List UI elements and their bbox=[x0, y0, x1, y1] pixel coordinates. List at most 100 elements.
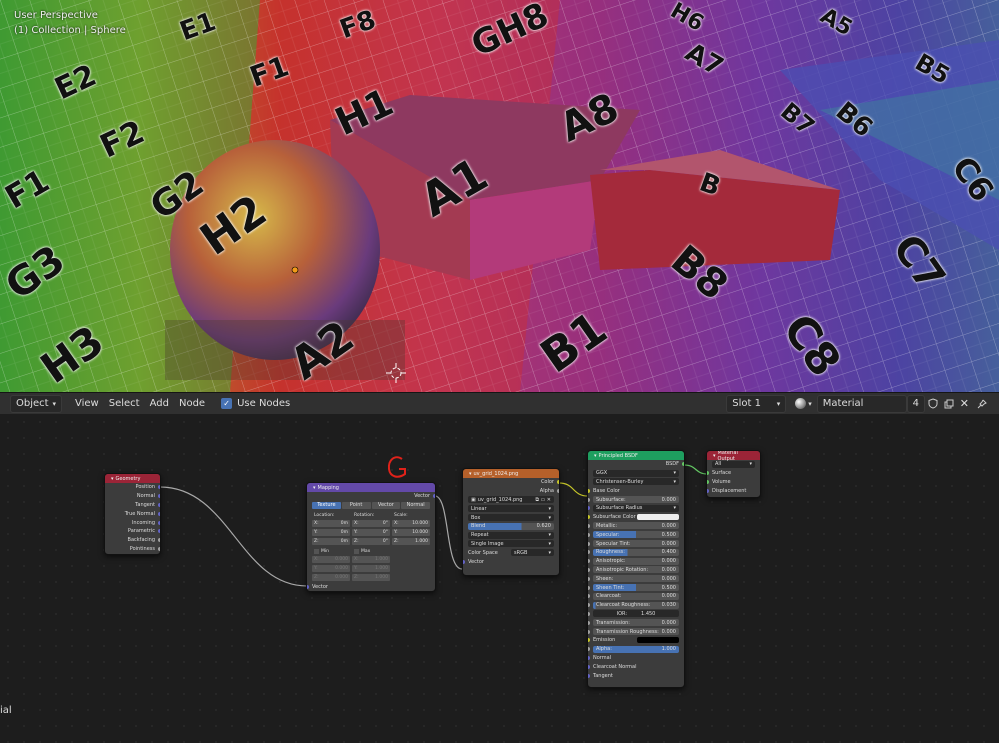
image-texture-node[interactable]: ▾ uv_grid_1024.png Color Alpha ▣ uv_grid… bbox=[462, 468, 560, 576]
input-socket[interactable] bbox=[588, 655, 590, 660]
param-slider[interactable]: Clearcoat Roughness: 0.030 bbox=[593, 601, 679, 609]
alpha-slider[interactable]: Alpha: 1.000 bbox=[593, 645, 679, 653]
color-space-dropdown[interactable]: sRGB ▾ bbox=[511, 549, 554, 557]
param-slider[interactable]: Transmission: 0.000 bbox=[593, 619, 679, 627]
param-slider[interactable]: Specular: 0.500 bbox=[593, 531, 679, 539]
input-socket[interactable] bbox=[588, 488, 590, 493]
material-name-field[interactable]: Material bbox=[816, 394, 907, 413]
input-socket[interactable] bbox=[588, 559, 590, 564]
output-socket[interactable] bbox=[158, 511, 160, 516]
input-socket[interactable] bbox=[588, 515, 590, 520]
node-editor-canvas[interactable]: ▾ Geometry Position Normal Tangent True Nor… bbox=[0, 414, 999, 743]
image-selector[interactable]: ▣ uv_grid_1024.png ⧉ ▭ ✕ bbox=[468, 496, 554, 504]
input-socket[interactable] bbox=[588, 576, 590, 581]
output-socket[interactable] bbox=[433, 494, 435, 499]
object-mode-dropdown[interactable]: Object ▾ bbox=[10, 394, 62, 413]
input-socket[interactable] bbox=[588, 594, 590, 599]
menu-view[interactable]: View bbox=[70, 395, 104, 413]
interpolation-dropdown[interactable]: Linear ▾ bbox=[468, 505, 554, 513]
collapse-arrow-icon[interactable]: ▾ bbox=[594, 453, 597, 459]
duplicate-material-icon[interactable] bbox=[941, 395, 957, 413]
input-socket[interactable] bbox=[588, 629, 590, 634]
collapse-arrow-icon[interactable]: ▾ bbox=[469, 471, 472, 477]
pin-icon[interactable] bbox=[972, 395, 999, 413]
input-socket[interactable] bbox=[588, 611, 590, 616]
menu-select[interactable]: Select bbox=[104, 395, 145, 413]
param-slider[interactable]: Anisotropic: 0.000 bbox=[593, 557, 679, 565]
param-slider[interactable]: Specular Tint: 0.000 bbox=[593, 540, 679, 548]
type-vector-option[interactable]: Vector bbox=[371, 501, 401, 509]
input-socket[interactable] bbox=[588, 532, 590, 537]
collapse-arrow-icon[interactable]: ▾ bbox=[713, 453, 716, 459]
output-socket[interactable] bbox=[158, 520, 160, 525]
distribution-dropdown[interactable]: GGX ▾ bbox=[593, 469, 679, 477]
input-socket[interactable] bbox=[707, 471, 709, 476]
node-title-bar[interactable]: ▾ Principled BSDF bbox=[588, 451, 684, 460]
min-toggle[interactable]: Min bbox=[312, 548, 350, 555]
collapse-arrow-icon[interactable]: ▾ bbox=[313, 485, 316, 491]
param-slider[interactable]: Roughness: 0.400 bbox=[593, 548, 679, 556]
mapping-node[interactable]: ▾ Mapping Vector Texture Point Vector No… bbox=[306, 482, 436, 592]
node-title-bar[interactable]: ▾ uv_grid_1024.png bbox=[463, 469, 559, 478]
slot-dropdown[interactable]: Slot 1 ▾ bbox=[726, 394, 787, 413]
input-socket[interactable] bbox=[588, 550, 590, 555]
rotation-y-field[interactable]: Y: 0° bbox=[352, 528, 390, 536]
output-socket[interactable] bbox=[158, 502, 160, 507]
input-socket[interactable] bbox=[588, 620, 590, 625]
input-socket[interactable] bbox=[588, 664, 590, 669]
output-socket[interactable] bbox=[158, 485, 160, 490]
principled-bsdf-node[interactable]: ▾ Principled BSDF BSDF GGX ▾ Christensen-… bbox=[587, 450, 685, 688]
min-z-field[interactable]: Z: 0.000 bbox=[312, 573, 350, 581]
scale-x-field[interactable]: X: 10.000 bbox=[392, 519, 430, 527]
geometry-node[interactable]: ▾ Geometry Position Normal Tangent True Nor… bbox=[104, 473, 161, 555]
output-socket[interactable] bbox=[158, 494, 160, 499]
location-x-field[interactable]: X: 0m bbox=[312, 519, 350, 527]
param-slider[interactable]: Anisotropic Rotation: 0.000 bbox=[593, 566, 679, 574]
input-socket[interactable] bbox=[588, 497, 590, 502]
input-socket[interactable] bbox=[588, 541, 590, 546]
unlink-close-icon[interactable]: ✕ bbox=[957, 395, 972, 413]
editor-type-icon[interactable] bbox=[0, 395, 10, 413]
input-socket[interactable] bbox=[588, 673, 590, 678]
rotation-x-field[interactable]: X: 0° bbox=[352, 519, 390, 527]
input-socket[interactable] bbox=[588, 647, 590, 652]
use-nodes-toggle[interactable]: ✓ Use Nodes bbox=[216, 395, 295, 413]
scale-y-field[interactable]: Y: 10.000 bbox=[392, 528, 430, 536]
rotation-z-field[interactable]: Z: 0° bbox=[352, 537, 390, 545]
input-socket[interactable] bbox=[588, 585, 590, 590]
max-y-field[interactable]: Y: 1.000 bbox=[352, 564, 390, 572]
input-socket[interactable] bbox=[307, 584, 309, 589]
max-z-field[interactable]: Z: 1.000 bbox=[352, 573, 390, 581]
input-socket[interactable] bbox=[588, 567, 590, 572]
material-output-node[interactable]: ▾ Material Output All ▾ Surface Volume Disp… bbox=[706, 450, 761, 498]
material-browse-button[interactable]: ▾ bbox=[790, 395, 817, 413]
input-socket[interactable] bbox=[588, 638, 590, 643]
fake-user-shield-icon[interactable] bbox=[925, 395, 941, 413]
output-socket[interactable] bbox=[557, 489, 559, 494]
max-toggle[interactable]: Max bbox=[352, 548, 390, 555]
location-z-field[interactable]: Z: 0m bbox=[312, 537, 350, 545]
scale-z-field[interactable]: Z: 1.000 bbox=[392, 537, 430, 545]
type-normal-option[interactable]: Normal bbox=[401, 501, 430, 509]
input-socket[interactable] bbox=[707, 479, 709, 484]
menu-node[interactable]: Node bbox=[174, 395, 210, 413]
output-socket[interactable] bbox=[557, 480, 559, 485]
subsurface-slider[interactable]: Subsurface: 0.000 bbox=[593, 496, 679, 504]
param-slider[interactable]: Sheen Tint: 0.500 bbox=[593, 584, 679, 592]
subsurface-color-swatch[interactable] bbox=[637, 514, 679, 521]
ior-field[interactable]: IOR: 1.450 bbox=[593, 610, 679, 618]
emission-color-swatch[interactable] bbox=[637, 637, 679, 644]
input-socket[interactable] bbox=[588, 523, 590, 528]
3d-viewport[interactable]: User Perspective (1) Collection | Sphere… bbox=[0, 0, 999, 392]
min-x-field[interactable]: X: 0.000 bbox=[312, 555, 350, 563]
param-slider[interactable]: Sheen: 0.000 bbox=[593, 575, 679, 583]
param-slider[interactable]: Clearcoat: 0.000 bbox=[593, 592, 679, 600]
output-socket[interactable] bbox=[158, 546, 160, 551]
output-socket[interactable] bbox=[158, 538, 160, 543]
param-slider[interactable]: Transmission Roughness: 0.000 bbox=[593, 628, 679, 636]
extension-dropdown[interactable]: Repeat ▾ bbox=[468, 531, 554, 539]
input-socket[interactable] bbox=[707, 488, 709, 493]
output-socket[interactable] bbox=[682, 462, 684, 467]
location-y-field[interactable]: Y: 0m bbox=[312, 528, 350, 536]
menu-add[interactable]: Add bbox=[145, 395, 174, 413]
